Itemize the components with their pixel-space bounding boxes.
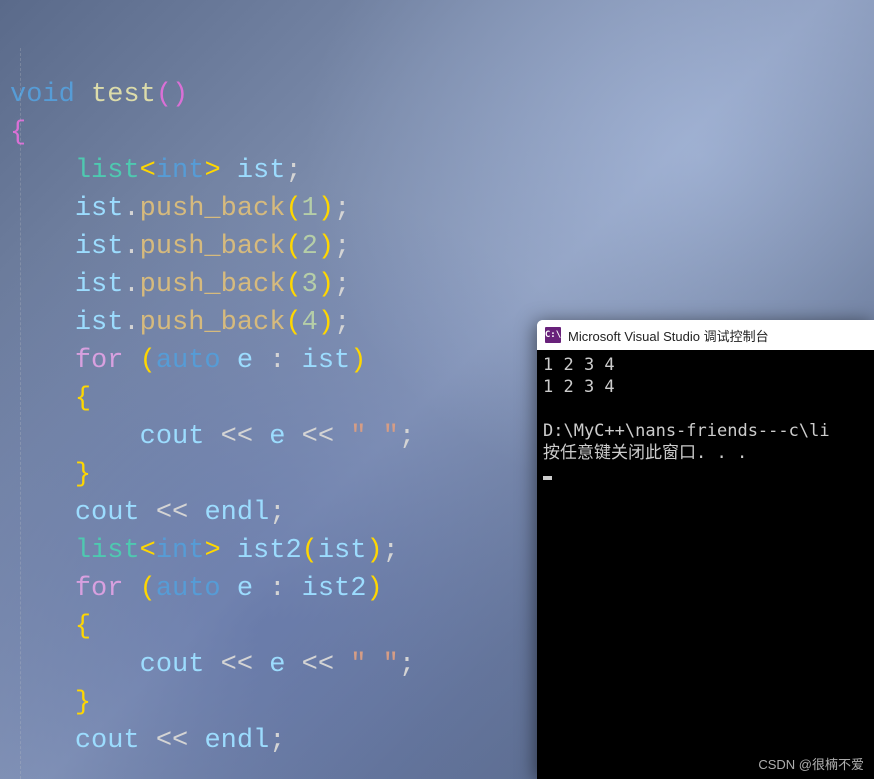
method-push_back: push_back [140,194,286,224]
op-insert: << [156,498,188,528]
watermark: CSDN @很楠不爱 [758,754,864,773]
paren-close: ) [318,308,334,338]
method-push_back: push_back [140,308,286,338]
angle-open: < [140,156,156,186]
string-literal: " " [350,650,399,680]
var-ist: ist [75,270,124,300]
paren-close: ) [318,270,334,300]
paren-close: ) [318,194,334,224]
id-cout: cout [75,498,140,528]
type-list: list [75,536,140,566]
paren-open: ( [285,308,301,338]
indent-guide [20,48,21,779]
colon: : [269,574,285,604]
paren-open: ( [285,232,301,262]
console-line: 按任意键关闭此窗口. . . [543,443,747,463]
console-icon: C:\ [545,327,561,343]
console-output[interactable]: 1 2 3 4 1 2 3 4 D:\MyC++\nans-friends---… [537,350,874,779]
colon: : [269,346,285,376]
console-line: 1 2 3 4 [543,355,615,375]
keyword-for: for [75,346,124,376]
var-e: e [237,574,253,604]
var-ist: ist [302,346,351,376]
brace-close: } [75,460,91,490]
op-insert: << [221,422,253,452]
keyword-auto: auto [156,574,221,604]
var-ist: ist [237,156,286,186]
dot: . [123,232,139,262]
semicolon: ; [285,156,301,186]
literal-2: 2 [302,232,318,262]
dot: . [123,270,139,300]
dot: . [123,308,139,338]
paren-open: ( [285,270,301,300]
semicolon: ; [334,194,350,224]
semicolon: ; [399,650,415,680]
semicolon: ; [269,726,285,756]
method-push_back: push_back [140,270,286,300]
var-e: e [269,650,285,680]
console-title: Microsoft Visual Studio 调试控制台 [568,326,769,345]
id-endl: endl [204,498,269,528]
type-int: int [156,156,205,186]
type-list: list [75,156,140,186]
arg-ist: ist [318,536,367,566]
id-endl: endl [204,726,269,756]
semicolon: ; [334,232,350,262]
literal-1: 1 [302,194,318,224]
semicolon: ; [269,498,285,528]
op-insert: << [156,726,188,756]
brace-open: { [75,384,91,414]
dot: . [123,194,139,224]
var-ist: ist [75,194,124,224]
var-ist: ist [75,308,124,338]
op-insert: << [302,650,334,680]
console-cursor [543,476,552,480]
var-ist: ist [75,232,124,262]
brace-open: { [10,118,26,148]
console-line: D:\MyC++\nans-friends---c\li [543,421,830,441]
id-cout: cout [140,422,205,452]
method-push_back: push_back [140,232,286,262]
angle-close: > [204,156,220,186]
paren-close: ) [172,80,188,110]
var-ist2: ist2 [237,536,302,566]
semicolon: ; [334,308,350,338]
console-titlebar[interactable]: C:\ Microsoft Visual Studio 调试控制台 [537,320,874,350]
paren-close: ) [318,232,334,262]
function-name: test [91,80,156,110]
type-int: int [156,536,205,566]
id-cout: cout [140,650,205,680]
paren-open: ( [285,194,301,224]
id-cout: cout [75,726,140,756]
semicolon: ; [399,422,415,452]
string-literal: " " [350,422,399,452]
brace-open: { [75,612,91,642]
console-line: 1 2 3 4 [543,377,615,397]
op-insert: << [221,650,253,680]
literal-4: 4 [302,308,318,338]
paren-close: ) [366,536,382,566]
semicolon: ; [383,536,399,566]
paren-open: ( [302,536,318,566]
keyword-auto: auto [156,346,221,376]
brace-close: } [75,688,91,718]
op-insert: << [302,422,334,452]
paren-open: ( [140,346,156,376]
var-e: e [269,422,285,452]
paren-close: ) [366,574,382,604]
angle-close: > [204,536,220,566]
paren-close: ) [350,346,366,376]
var-e: e [237,346,253,376]
angle-open: < [140,536,156,566]
literal-3: 3 [302,270,318,300]
debug-console-window[interactable]: C:\ Microsoft Visual Studio 调试控制台 1 2 3 … [537,320,874,779]
paren-open: ( [140,574,156,604]
paren-open: ( [156,80,172,110]
var-ist2: ist2 [302,574,367,604]
keyword-for: for [75,574,124,604]
semicolon: ; [334,270,350,300]
